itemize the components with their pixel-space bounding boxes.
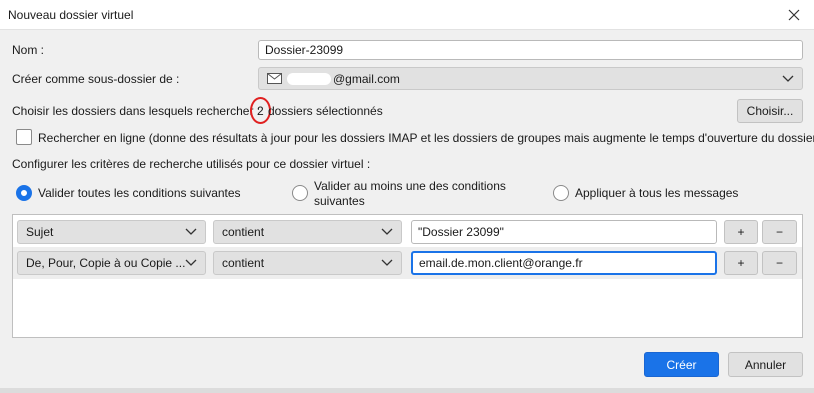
rule-row: Sujet contient + − (13, 215, 802, 247)
chevron-down-icon (185, 259, 197, 266)
rule-value-input[interactable] (411, 251, 717, 275)
rule-operator-select[interactable]: contient (213, 220, 402, 244)
match-all-label: Valider toutes les conditions suivantes (38, 186, 241, 200)
rule-row: De, Pour, Copie à ou Copie ... contient … (13, 247, 802, 279)
folders-suffix: dossiers sélectionnés (268, 104, 383, 118)
window-bottom-edge (0, 388, 814, 393)
mail-account-icon (267, 72, 282, 84)
online-search-label: Rechercher en ligne (donne des résultats… (38, 131, 814, 145)
title-bar: Nouveau dossier virtuel (0, 0, 814, 30)
rule-field-value: De, Pour, Copie à ou Copie ... (26, 256, 186, 270)
remove-rule-button[interactable]: − (762, 220, 797, 244)
chevron-down-icon (381, 228, 393, 235)
redacted-address (287, 72, 331, 85)
chevron-down-icon (185, 228, 197, 235)
create-button[interactable]: Créer (644, 352, 719, 377)
parent-folder-label: Créer comme sous-dossier de : (12, 72, 180, 86)
name-input[interactable] (258, 40, 803, 60)
match-any-label-line2: suivantes (314, 194, 365, 208)
match-any-label-line1: Valider au moins une des conditions (314, 179, 506, 193)
rules-list: Sujet contient + − De, Pour, Copie à ou … (12, 214, 803, 338)
rule-operator-value: contient (222, 225, 265, 239)
window-title: Nouveau dossier virtuel (8, 8, 134, 22)
online-search-checkbox[interactable] (16, 129, 32, 145)
rule-field-select[interactable]: Sujet (17, 220, 206, 244)
parent-folder-select[interactable]: @gmail.com (258, 67, 803, 90)
match-every-radio[interactable] (553, 185, 569, 201)
add-rule-button[interactable]: + (724, 220, 758, 244)
parent-folder-value: @gmail.com (333, 71, 400, 86)
name-label: Nom : (12, 43, 45, 57)
close-button[interactable] (774, 0, 814, 30)
cancel-button[interactable]: Annuler (728, 352, 803, 377)
choose-folders-button[interactable]: Choisir... (737, 99, 803, 123)
chevron-down-icon (782, 75, 794, 82)
remove-rule-button[interactable]: − (762, 251, 797, 275)
rule-field-value: Sujet (26, 225, 54, 239)
rule-operator-select[interactable]: contient (213, 251, 402, 275)
criteria-heading: Configurer les critères de recherche uti… (12, 157, 371, 171)
rule-value-input[interactable] (411, 220, 717, 244)
match-any-radio[interactable] (292, 185, 308, 201)
match-all-radio[interactable] (16, 185, 32, 201)
match-every-label: Appliquer à tous les messages (575, 186, 739, 200)
rule-operator-value: contient (222, 256, 265, 270)
folders-label: Choisir les dossiers dans lesquels reche… (12, 104, 261, 118)
rule-field-select[interactable]: De, Pour, Copie à ou Copie ... (17, 251, 206, 275)
add-rule-button[interactable]: + (724, 251, 758, 275)
chevron-down-icon (381, 259, 393, 266)
close-icon (788, 9, 800, 21)
